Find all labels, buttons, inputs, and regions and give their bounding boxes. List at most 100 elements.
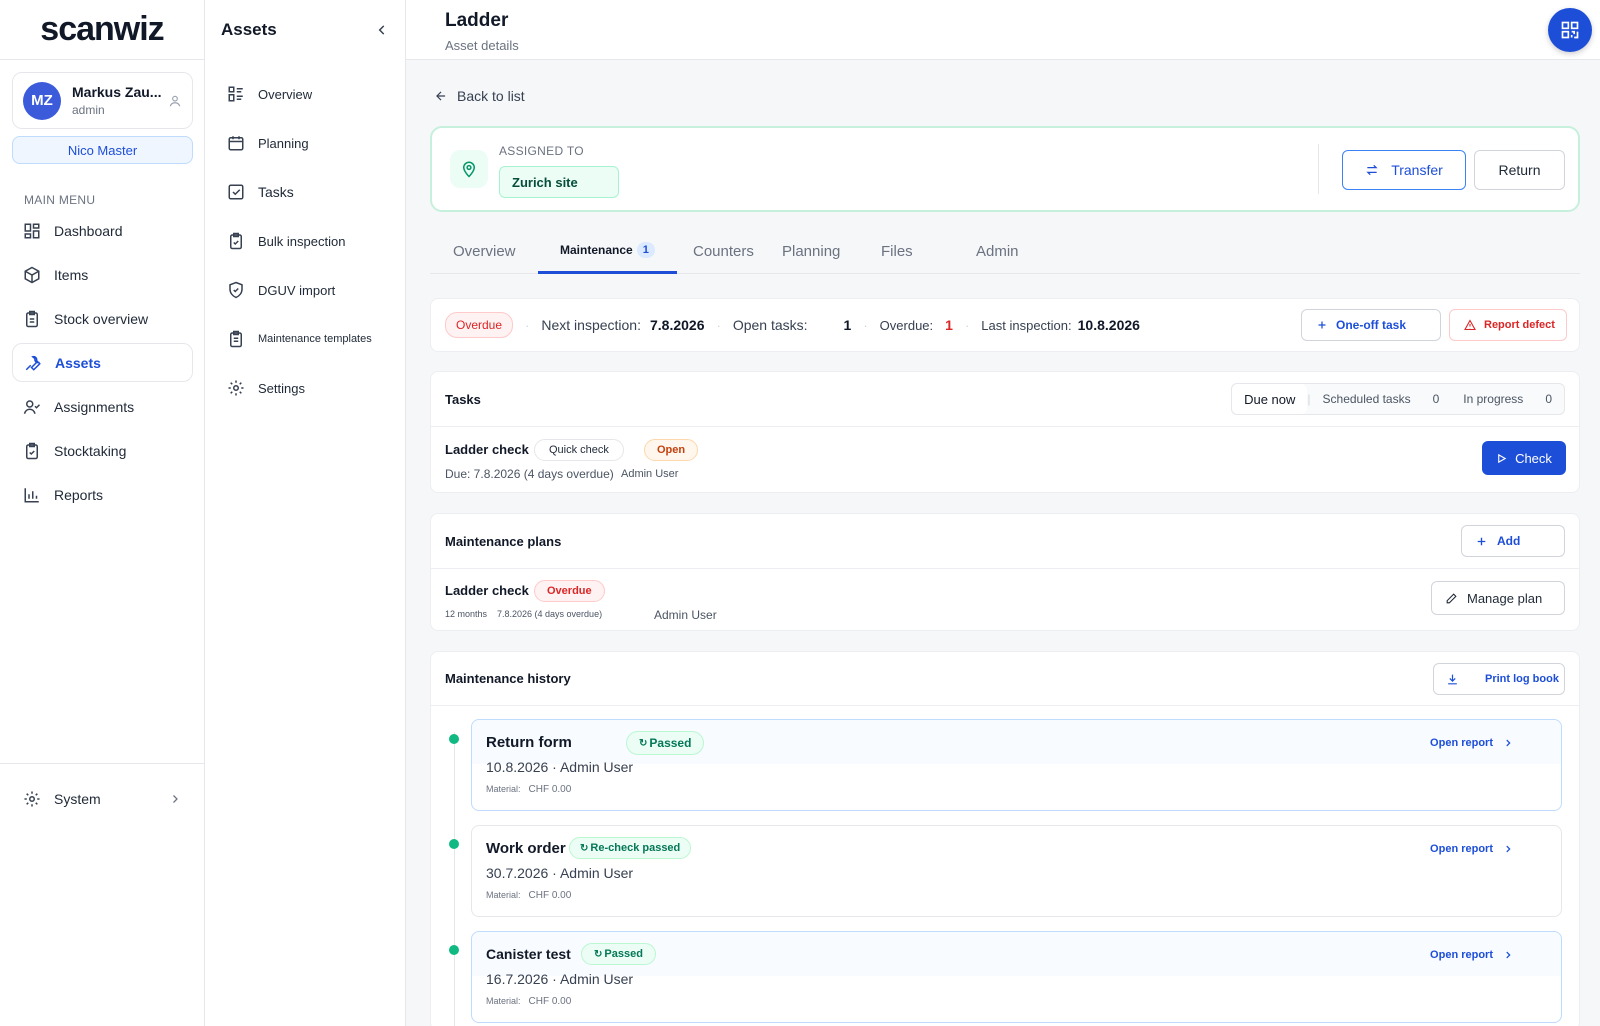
tab-planning[interactable]: Planning bbox=[782, 228, 840, 274]
material-cost: Material: CHF 0.00 bbox=[486, 996, 571, 1007]
tab-label: Maintenance bbox=[560, 242, 633, 257]
print-label: Print log book bbox=[1485, 673, 1559, 685]
chevron-right-icon bbox=[1506, 845, 1511, 853]
subnav-item-overview[interactable]: Overview bbox=[217, 73, 394, 115]
avatar: MZ bbox=[23, 81, 61, 120]
nav-item-system[interactable]: System bbox=[12, 779, 193, 819]
open-report-link[interactable]: Open report bbox=[1430, 843, 1513, 855]
filter-label: Scheduled tasks bbox=[1322, 392, 1411, 406]
tab-maintenance[interactable]: Maintenance 1 bbox=[538, 228, 677, 274]
material-value: CHF 0.00 bbox=[528, 784, 572, 795]
box-icon bbox=[24, 266, 40, 283]
filter-in-progress[interactable]: In progress 0 bbox=[1451, 392, 1564, 406]
task-filter: Due now | Scheduled tasks 0 In progress … bbox=[1231, 383, 1565, 415]
qr-scan-button[interactable] bbox=[1548, 8, 1592, 52]
filter-label: In progress bbox=[1463, 392, 1524, 406]
subnav-item-settings[interactable]: Settings bbox=[217, 367, 394, 409]
back-to-list-link[interactable]: Back to list bbox=[434, 88, 525, 104]
nav-label: Reports bbox=[54, 486, 104, 503]
nav-item-dashboard[interactable]: Dashboard bbox=[12, 211, 193, 250]
plus-icon bbox=[1477, 537, 1486, 545]
nav-item-assets[interactable]: Assets bbox=[12, 343, 193, 382]
filter-scheduled[interactable]: Scheduled tasks 0 bbox=[1311, 392, 1452, 406]
history-title: Work order bbox=[486, 840, 566, 857]
task-type-badge: Quick check bbox=[534, 439, 624, 461]
history-item[interactable]: Canister test ↻ Passed Open report 16.7.… bbox=[471, 931, 1562, 1023]
tab-counters[interactable]: Counters bbox=[693, 228, 754, 274]
check-icon: ↻ bbox=[594, 948, 603, 960]
plans-title: Maintenance plans bbox=[445, 533, 562, 549]
nav-label: Stock overview bbox=[54, 310, 149, 327]
subnav-label: DGUV import bbox=[258, 282, 336, 298]
user-card[interactable]: MZ Markus Zau... admin bbox=[12, 72, 193, 129]
nav-item-reports[interactable]: Reports bbox=[12, 475, 193, 514]
location-badge bbox=[450, 150, 488, 188]
subnav-item-maintenance-templates[interactable]: Maintenance templates bbox=[217, 318, 394, 360]
nav-item-assignments[interactable]: Assignments bbox=[12, 387, 193, 426]
tenant-selector[interactable]: Nico Master bbox=[12, 136, 193, 164]
timeline-dot bbox=[449, 839, 459, 849]
filter-count: 0 bbox=[1545, 392, 1552, 406]
task-row[interactable]: Ladder check Quick check Open Due: 7.8.2… bbox=[431, 427, 1579, 493]
plan-row[interactable]: Ladder check Overdue 12 months 7.8.2026 … bbox=[431, 569, 1579, 631]
subnav-label: Overview bbox=[258, 86, 313, 102]
chevron-right-icon bbox=[1506, 739, 1511, 747]
tab-files[interactable]: Files bbox=[881, 228, 913, 274]
open-report-label: Open report bbox=[1430, 843, 1493, 855]
history-item[interactable]: Return form ↻ Passed Open report 10.8.20… bbox=[471, 719, 1562, 811]
clipboard-check-icon bbox=[230, 232, 242, 250]
check-button[interactable]: Check bbox=[1482, 441, 1566, 475]
list-icon bbox=[228, 86, 243, 102]
map-pin-icon bbox=[462, 161, 476, 178]
report-defect-button[interactable]: Report defect bbox=[1449, 309, 1567, 341]
checkbox-icon bbox=[228, 184, 244, 200]
tab-overview[interactable]: Overview bbox=[453, 228, 516, 274]
nav-item-items[interactable]: Items bbox=[12, 255, 193, 294]
transfer-button[interactable]: Transfer bbox=[1342, 150, 1466, 190]
chevron-right-icon bbox=[173, 795, 178, 803]
open-report-label: Open report bbox=[1430, 949, 1493, 961]
manage-plan-button[interactable]: Manage plan bbox=[1431, 581, 1565, 615]
timeline-dot bbox=[449, 945, 459, 955]
assigned-site[interactable]: Zurich site bbox=[499, 166, 619, 198]
print-log-book-button[interactable]: Print log book bbox=[1433, 663, 1565, 695]
nav-item-stock-overview[interactable]: Stock overview bbox=[12, 299, 193, 338]
wrench-icon bbox=[25, 355, 41, 371]
history-meta: 30.7.2026 · Admin User bbox=[486, 865, 634, 881]
subnav-item-dguv-import[interactable]: DGUV import bbox=[217, 269, 394, 311]
swap-icon bbox=[1366, 164, 1378, 176]
maintenance-history-card: Maintenance history Print log book Retur… bbox=[430, 651, 1580, 1026]
subnav-label: Bulk inspection bbox=[258, 233, 346, 249]
open-report-link[interactable]: Open report bbox=[1430, 737, 1513, 749]
main-sidebar: scanwiz MZ Markus Zau... admin Nico Mast… bbox=[0, 0, 205, 1026]
divider bbox=[1318, 144, 1319, 194]
nav-item-stocktaking[interactable]: Stocktaking bbox=[12, 431, 193, 470]
subnav-title: Assets bbox=[221, 20, 277, 39]
subnav-item-planning[interactable]: Planning bbox=[217, 122, 394, 164]
subnav-item-tasks[interactable]: Tasks bbox=[217, 171, 394, 213]
subnav-item-bulk-inspection[interactable]: Bulk inspection bbox=[217, 220, 394, 262]
return-button[interactable]: Return bbox=[1474, 150, 1565, 190]
nav-label: Assets bbox=[55, 354, 101, 371]
divider bbox=[0, 763, 205, 764]
subnav-label: Tasks bbox=[258, 184, 294, 200]
page-header: Ladder Asset details bbox=[406, 0, 1600, 60]
dashboard-icon bbox=[24, 223, 40, 238]
task-status-badge: Open bbox=[644, 439, 699, 461]
filter-due-now[interactable]: Due now bbox=[1232, 384, 1308, 414]
open-report-link[interactable]: Open report bbox=[1430, 949, 1513, 961]
bar-chart-icon bbox=[24, 487, 39, 502]
page-title: Ladder bbox=[445, 10, 509, 31]
badge-label: Passed bbox=[604, 948, 643, 960]
user-icon[interactable] bbox=[168, 94, 182, 108]
one-off-task-button[interactable]: One-off task bbox=[1301, 309, 1441, 341]
tab-admin[interactable]: Admin bbox=[976, 228, 1019, 274]
check-icon: ↻ bbox=[639, 737, 648, 749]
clipboard-check-icon bbox=[26, 442, 38, 459]
plan-interval: 12 months bbox=[445, 609, 488, 619]
app-logo[interactable]: scanwiz bbox=[0, 0, 204, 60]
add-plan-button[interactable]: Add bbox=[1461, 525, 1565, 557]
history-item[interactable]: Work order ↻ Re-check passed Open report… bbox=[471, 825, 1562, 917]
collapse-icon[interactable] bbox=[375, 23, 389, 37]
plan-next-due: 7.8.2026 (4 days overdue) bbox=[497, 609, 603, 619]
